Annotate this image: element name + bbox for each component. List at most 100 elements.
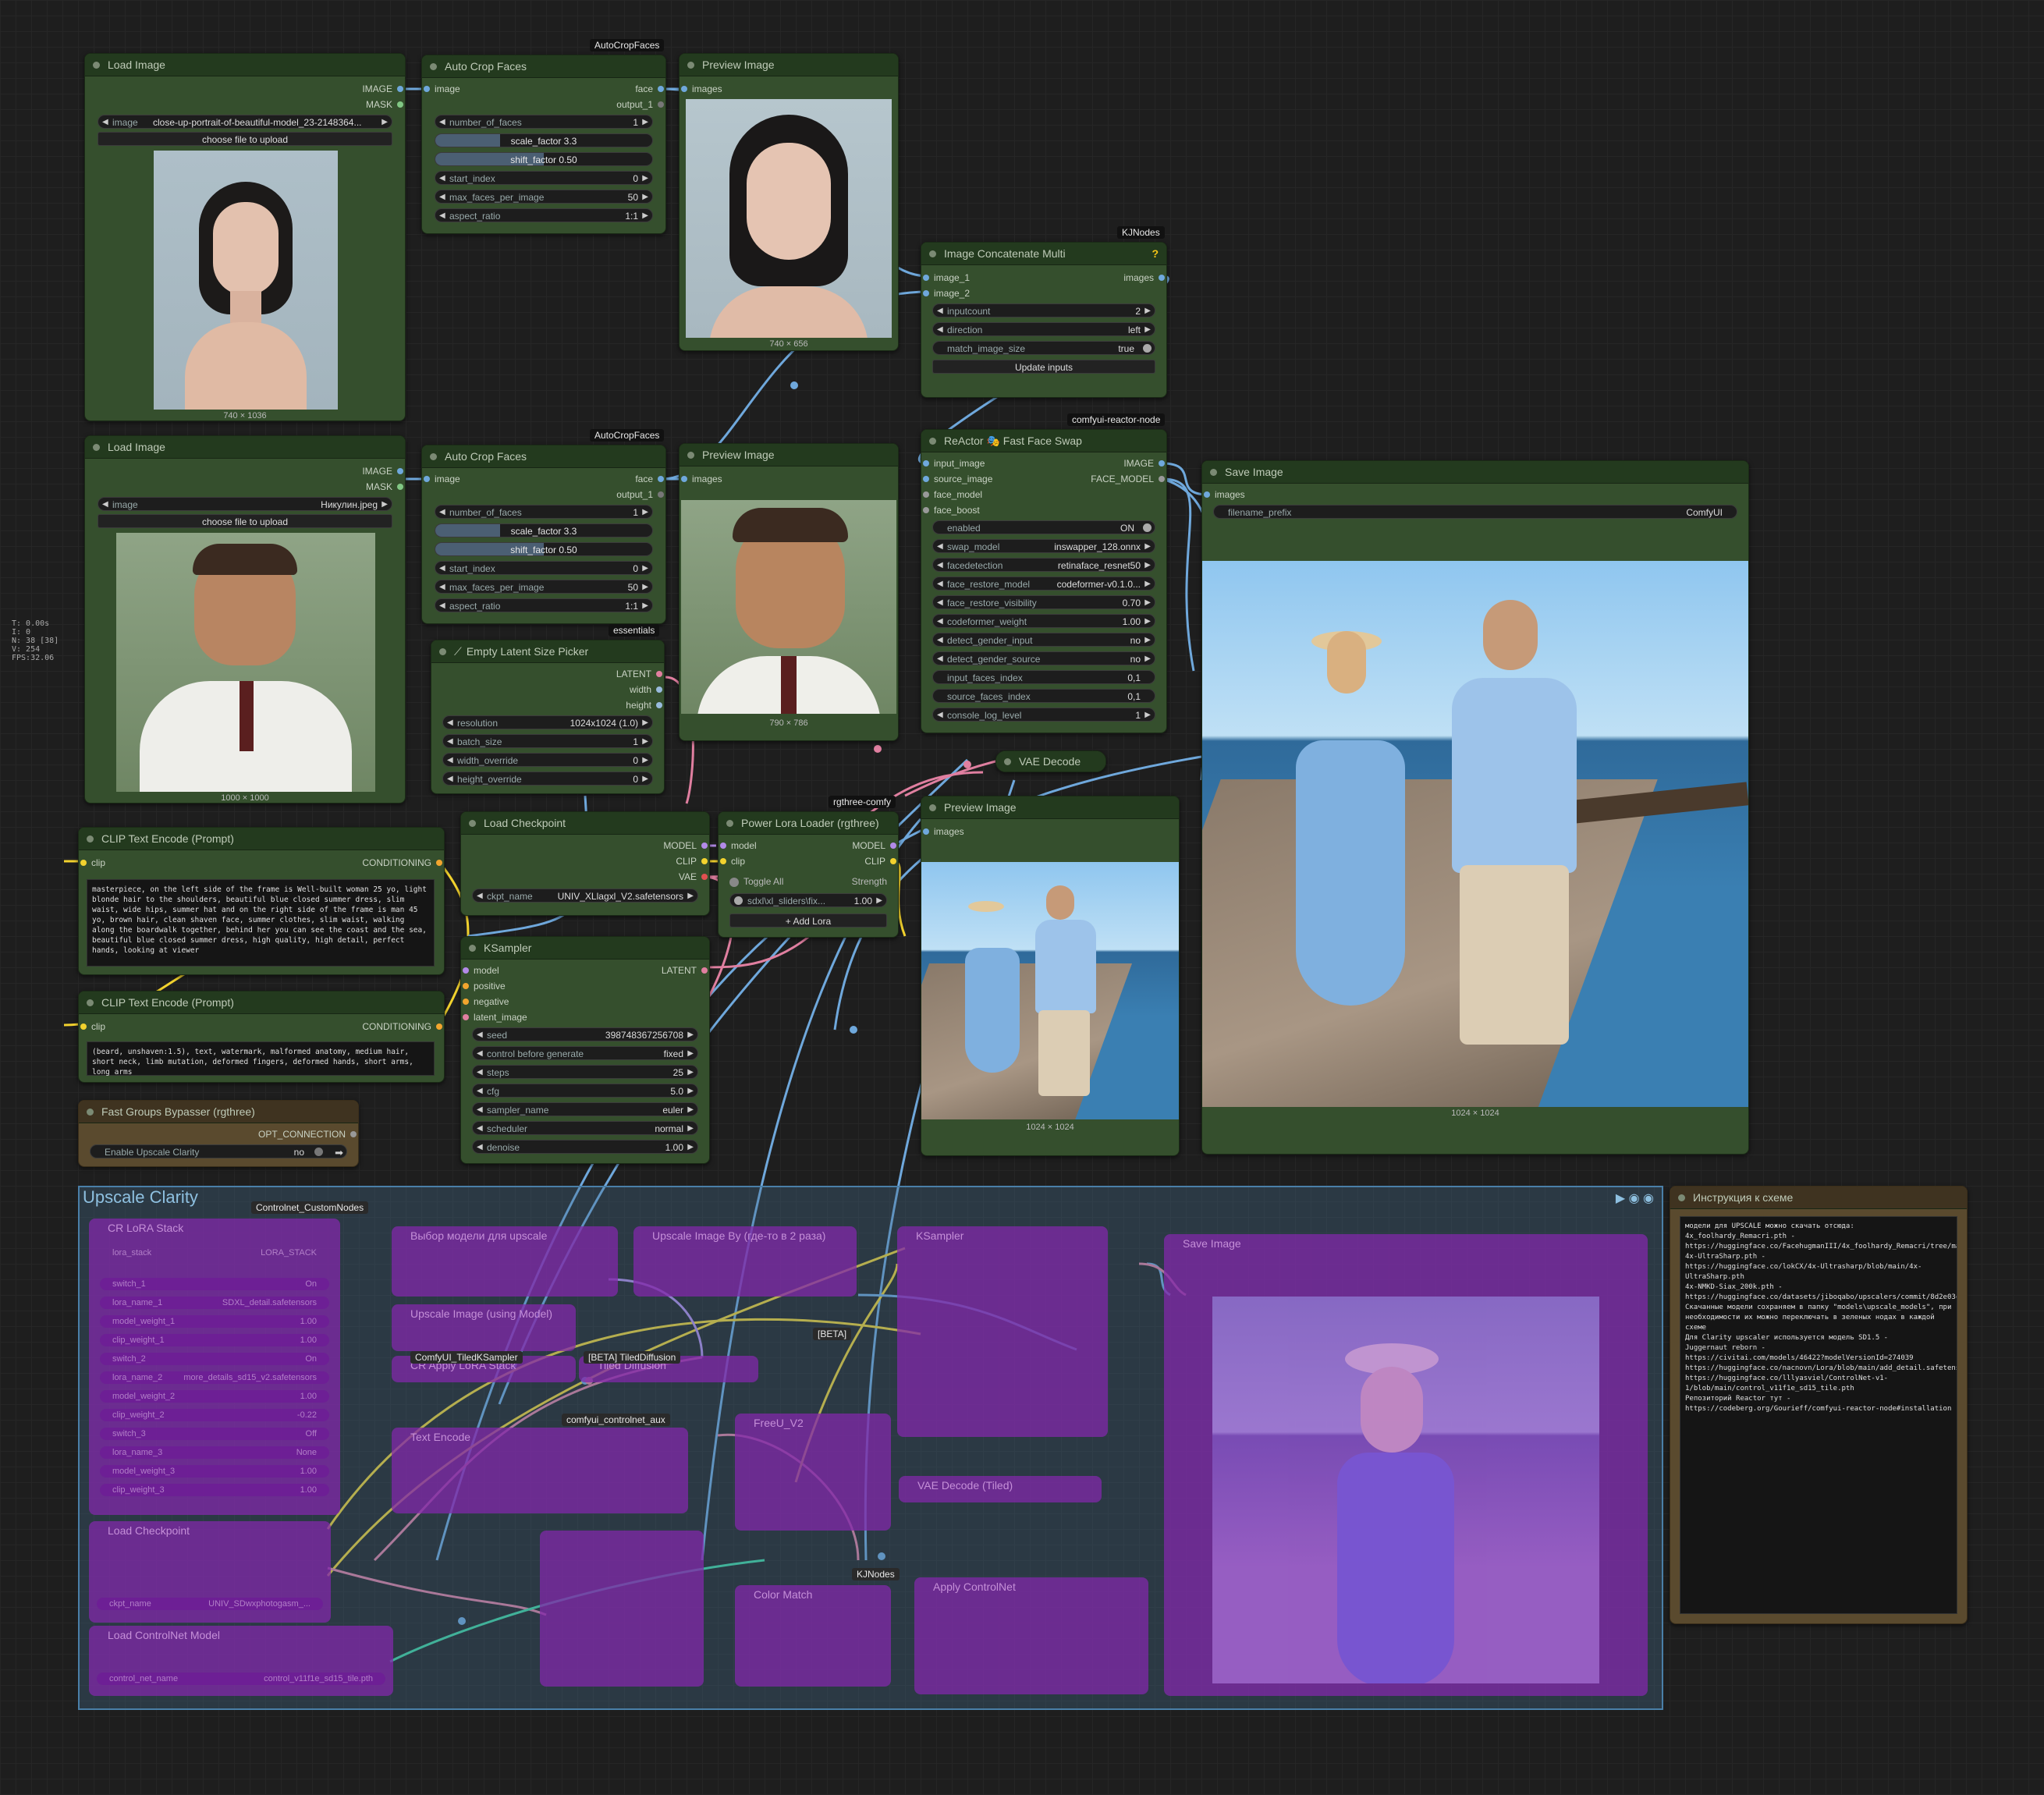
upload-button[interactable]: choose file to upload xyxy=(98,514,392,528)
width-override-widget[interactable]: ◀ width_override 0 ▶ xyxy=(442,753,653,767)
output-opt-connection[interactable]: OPT_CONNECTION xyxy=(190,1127,358,1141)
toggle-icon[interactable] xyxy=(734,896,743,905)
color-match-node[interactable]: Color Match xyxy=(735,1585,891,1687)
lora-stack-row[interactable]: clip_weight_1 1.00 xyxy=(100,1334,329,1346)
lora-stack-row[interactable]: switch_2 On xyxy=(100,1353,329,1365)
preview-image-node-3[interactable]: Preview Image images 1024 × 1024 xyxy=(921,796,1180,1156)
toggle-all[interactable]: Toggle All xyxy=(729,876,783,887)
output-height[interactable]: height xyxy=(534,698,664,712)
lora-stack-row[interactable]: switch_3 Off xyxy=(100,1428,329,1440)
ksampler-widget[interactable]: ◀ control before generate fixed ▶ xyxy=(472,1046,698,1060)
reactor-widget[interactable]: source_faces_index 0,1 xyxy=(932,689,1155,703)
lora-stack-row[interactable]: model_weight_1 1.00 xyxy=(100,1315,329,1328)
lora-stack-row[interactable]: lora_name_3 None xyxy=(100,1446,329,1459)
start-index-widget[interactable]: ◀ start_index 0 ▶ xyxy=(435,171,653,185)
output-image[interactable]: IMAGE xyxy=(1037,456,1166,470)
input-image[interactable]: image xyxy=(422,472,460,486)
lora-stack-row[interactable]: model_weight_3 1.00 xyxy=(100,1465,329,1478)
collapse-dot-icon[interactable] xyxy=(439,647,446,655)
reactor-widget[interactable]: ◀ swap_model inswapper_128.onnx ▶ xyxy=(932,539,1155,553)
upscale-model-select-node[interactable]: Выбор модели для upscale xyxy=(392,1226,618,1297)
update-inputs-button[interactable]: Update inputs xyxy=(932,360,1155,374)
instruction-note-node[interactable]: Инструкция к схеме модели для UPSCALE мо… xyxy=(1670,1186,1968,1624)
inputcount-widget[interactable]: ◀ inputcount 2 ▶ xyxy=(932,303,1155,317)
group-title[interactable]: Upscale Clarity xyxy=(83,1187,198,1208)
collapse-dot-icon[interactable] xyxy=(687,451,694,459)
output-image[interactable]: IMAGE xyxy=(236,82,405,96)
output-latent[interactable]: LATENT xyxy=(603,963,709,977)
scale-factor-slider[interactable]: scale_factor 3.3 xyxy=(435,133,653,147)
reactor-widget[interactable]: ◀ face_restore_model codeformer-v0.1.0... ▶ xyxy=(932,576,1155,591)
collapse-dot-icon[interactable] xyxy=(87,1108,94,1116)
output-images[interactable]: images xyxy=(1060,271,1166,285)
input-image-1[interactable]: image_1 xyxy=(921,271,970,285)
upscale-image-by-node[interactable]: Upscale Image By (где-то в 2 раза) xyxy=(633,1226,857,1297)
load-controlnet-node[interactable]: Load ControlNet Model control_net_name co… xyxy=(89,1626,393,1696)
output-vae[interactable]: VAE xyxy=(580,870,709,884)
reactor-widget[interactable]: ◀ console_log_level 1 ▶ xyxy=(932,708,1155,722)
preview-image-node-2[interactable]: Preview Image images 790 × 786 xyxy=(679,443,899,741)
upscale-clarity-group[interactable]: Upscale Clarity ▶ ◉ ◉ Controlnet_CustomN… xyxy=(78,1186,1663,1710)
input-source-image[interactable]: source_image xyxy=(921,472,992,486)
number-of-faces-widget[interactable]: ◀ number_of_faces 1 ▶ xyxy=(435,115,653,129)
input-face-boost[interactable]: face_boost xyxy=(921,503,980,517)
shift-factor-slider[interactable]: shift_factor 0.50 xyxy=(435,152,653,166)
load-checkpoint-node[interactable]: Load Checkpoint MODEL CLIP VAE ◀ ckpt_nam… xyxy=(460,811,710,916)
output-model[interactable]: MODEL xyxy=(580,839,709,853)
input-model[interactable]: model xyxy=(719,839,757,853)
collapse-dot-icon[interactable] xyxy=(929,803,936,811)
lora-stack-row[interactable]: model_weight_2 1.00 xyxy=(100,1390,329,1403)
node-canvas[interactable]: T: 0.00s I: 0 N: 38 [38] V: 254 FPS:32.0… xyxy=(0,0,2044,1795)
group-load-checkpoint-node[interactable]: Load Checkpoint ckpt_name UNIV_SDwxphotog… xyxy=(89,1521,331,1623)
output-face[interactable]: face xyxy=(536,82,665,96)
collapse-dot-icon[interactable] xyxy=(929,437,936,445)
collapse-dot-icon[interactable] xyxy=(469,944,476,952)
ckpt-name-combo[interactable]: ckpt_name UNIV_SDwxphotogasm_... xyxy=(97,1598,323,1610)
max-faces-widget[interactable]: ◀ max_faces_per_image 50 ▶ xyxy=(435,580,653,594)
aspect-ratio-widget[interactable]: ◀ aspect_ratio 1:1 ▶ xyxy=(435,208,653,222)
prompt-textarea[interactable]: (beard, unshaven:1.5), text, watermark, … xyxy=(87,1041,435,1077)
ksampler-widget[interactable]: ◀ sampler_name euler ▶ xyxy=(472,1102,698,1116)
play-icon[interactable]: ▶ xyxy=(1616,1192,1625,1205)
input-clip[interactable]: clip xyxy=(79,856,105,870)
reactor-widget[interactable]: ◀ codeformer_weight 1.00 ▶ xyxy=(932,614,1155,628)
lora-stack-row[interactable]: clip_weight_2 -0.22 xyxy=(100,1409,329,1421)
input-image[interactable]: image xyxy=(422,82,460,96)
output-clip[interactable]: CLIP xyxy=(580,854,709,868)
add-lora-button[interactable]: + Add Lora xyxy=(729,913,887,928)
output-mask[interactable]: MASK xyxy=(236,480,405,494)
collapse-dot-icon[interactable] xyxy=(93,61,100,69)
input-clip[interactable]: clip xyxy=(719,854,745,868)
prompt-textarea[interactable]: masterpiece, on the left side of the fra… xyxy=(87,879,435,967)
auto-crop-faces-node-1[interactable]: Auto Crop Faces image face output_1 ◀ num… xyxy=(421,55,666,234)
arrow-right-icon[interactable]: ➡ xyxy=(335,1146,343,1160)
reactor-widget[interactable]: ◀ face_restore_visibility 0.70 ▶ xyxy=(932,595,1155,609)
reactor-widget-enabled[interactable]: enabled ON xyxy=(932,520,1155,534)
scale-factor-slider[interactable]: scale_factor 3.3 xyxy=(435,523,653,537)
output-clip[interactable]: CLIP xyxy=(807,854,898,868)
match-image-size-toggle[interactable]: match_image_size true xyxy=(932,341,1155,355)
ksampler-widget[interactable]: ◀ steps 25 ▶ xyxy=(472,1065,698,1079)
output-output-1[interactable]: output_1 xyxy=(536,98,665,112)
output-image[interactable]: IMAGE xyxy=(236,464,405,478)
output-latent[interactable]: LATENT xyxy=(534,667,664,681)
collapse-dot-icon[interactable] xyxy=(469,819,476,827)
power-lora-loader-node[interactable]: Power Lora Loader (rgthree) model clip M… xyxy=(718,811,899,938)
collapse-dot-icon[interactable] xyxy=(1210,468,1217,476)
ksampler-widget[interactable]: ◀ denoise 1.00 ▶ xyxy=(472,1140,698,1154)
shift-factor-slider[interactable]: shift_factor 0.50 xyxy=(435,542,653,556)
collapse-dot-icon[interactable] xyxy=(93,443,100,451)
output-model[interactable]: MODEL xyxy=(807,839,898,853)
output-output-1[interactable]: output_1 xyxy=(536,488,665,502)
clip-text-encode-positive[interactable]: CLIP Text Encode (Prompt) clip CONDITION… xyxy=(78,827,445,975)
auto-crop-faces-node-2[interactable]: Auto Crop Faces image face output_1 ◀ num… xyxy=(421,445,666,624)
upload-button[interactable]: choose file to upload xyxy=(98,132,392,146)
direction-widget[interactable]: ◀ direction left ▶ xyxy=(932,322,1155,336)
controlnet-name-combo[interactable]: control_net_name control_v11f1e_sd15_tile… xyxy=(97,1673,385,1685)
filename-prefix-field[interactable]: filename_prefix ComfyUI xyxy=(1213,505,1737,519)
collapse-dot-icon[interactable] xyxy=(430,62,437,70)
reactor-widget[interactable]: ◀ detect_gender_input no ▶ xyxy=(932,633,1155,647)
number-of-faces-widget[interactable]: ◀ number_of_faces 1 ▶ xyxy=(435,505,653,519)
ckpt-name-combo[interactable]: ◀ ckpt_name UNIV_XLlagxl_V2.safetensors ▶ xyxy=(472,889,698,903)
help-icon[interactable]: ? xyxy=(1152,247,1159,260)
